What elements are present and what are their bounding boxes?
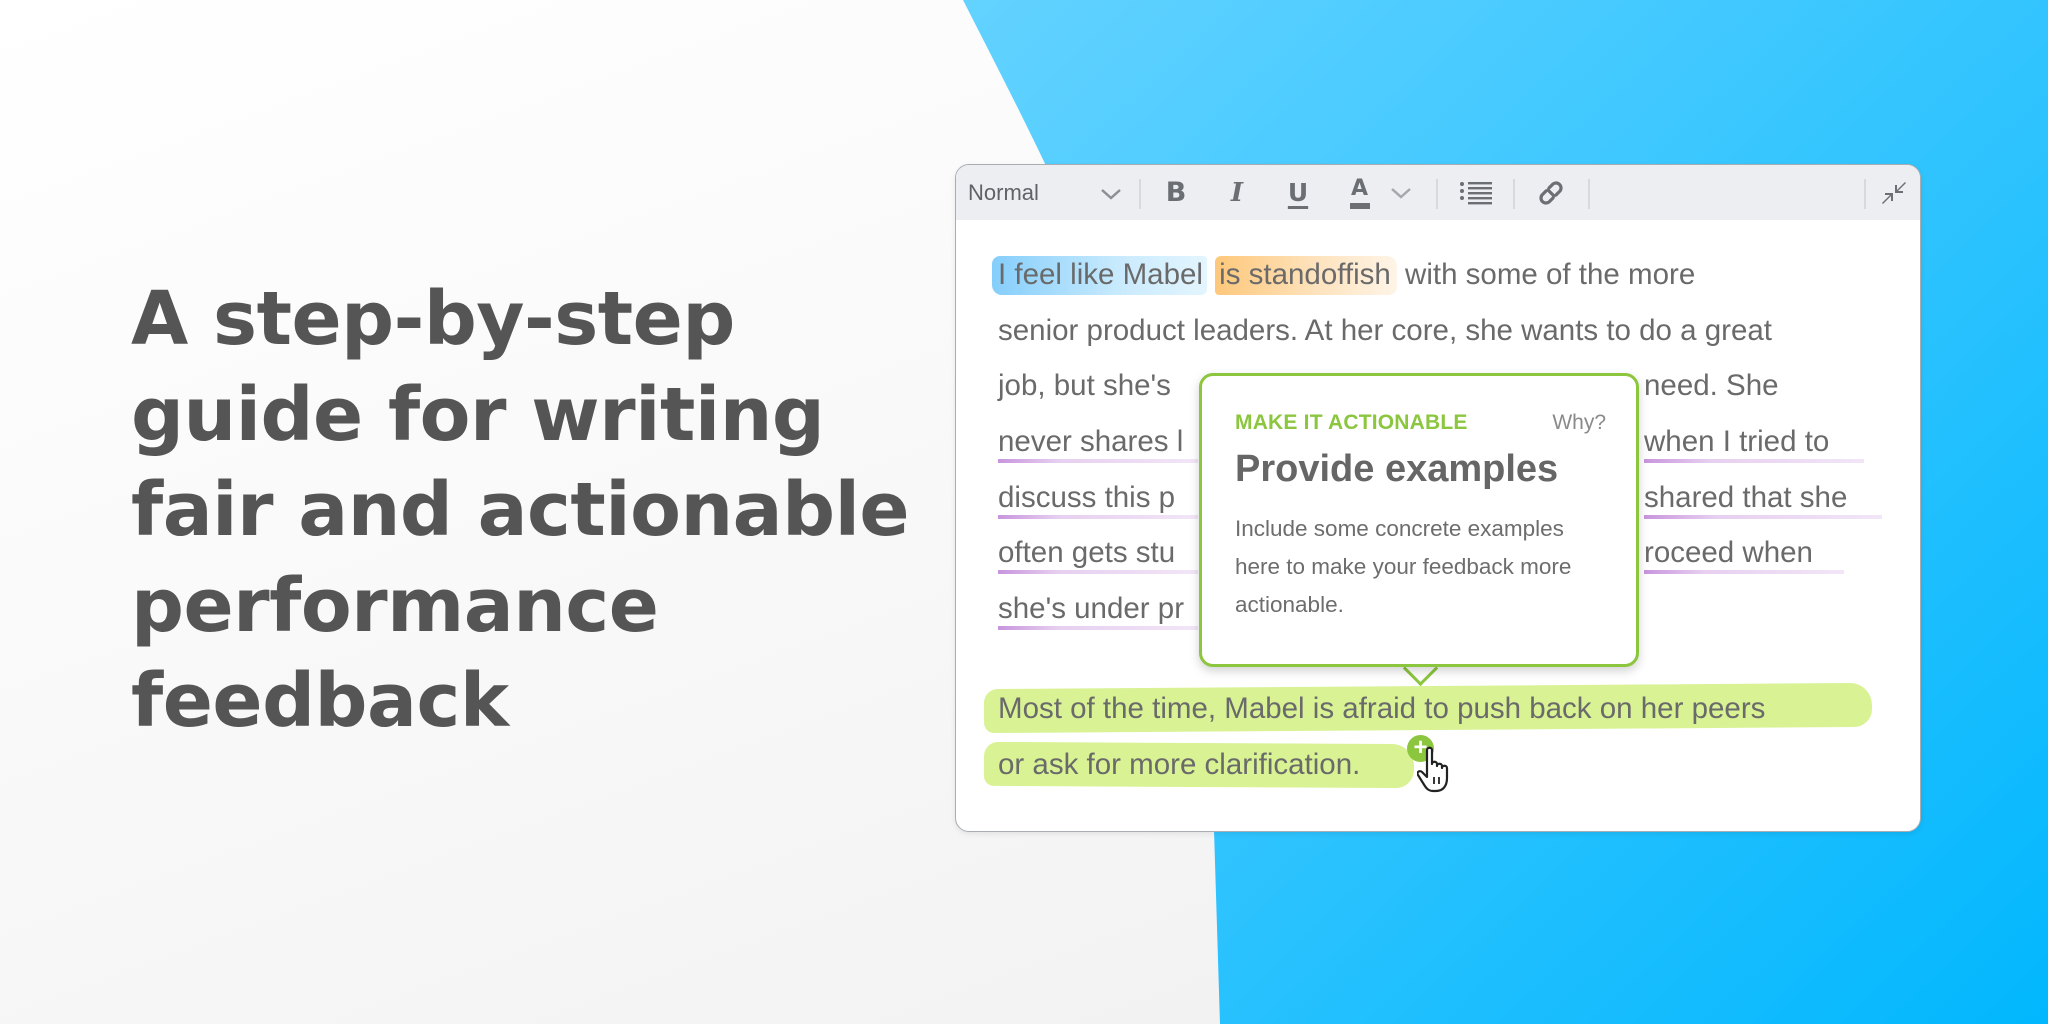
list-icon (1460, 181, 1492, 204)
underline-button[interactable]: U (1278, 165, 1318, 220)
editor-line[interactable]: often gets stu (998, 533, 1198, 577)
link-icon (1539, 180, 1563, 205)
line-text: roceed when (1644, 536, 1813, 569)
chevron-down-icon (1101, 189, 1121, 200)
why-link[interactable]: Why? (1552, 411, 1606, 435)
headline-line: performance (131, 562, 659, 649)
format-select-value: Normal (968, 179, 1039, 205)
text-color-swatch (1350, 202, 1370, 209)
popover-body: Include some concrete examples here to m… (1235, 516, 1572, 617)
editor-line-fragment[interactable]: shared that she (1644, 478, 1882, 522)
line-text: never shares l (998, 425, 1184, 458)
editor-line-fragment[interactable]: when I tried to (1644, 422, 1864, 466)
line-text: shared that she (1644, 481, 1848, 514)
editor-line[interactable]: she's under pr (998, 589, 1198, 633)
toolbar-divider (1139, 179, 1141, 209)
text-color-button[interactable]: A (1340, 165, 1380, 220)
headline-line: A step-by-step (131, 276, 735, 362)
line-text: or ask for more clarification. (998, 748, 1361, 781)
popover-kicker: MAKE IT ACTIONABLE (1235, 411, 1468, 434)
format-select[interactable]: Normal (968, 165, 1121, 220)
headline-line: fair and actionable (131, 467, 910, 553)
editor-line-fragment[interactable]: need. She (1644, 366, 1779, 406)
collapse-button[interactable] (1874, 165, 1914, 220)
editor-line[interactable]: Most of the time, Mabel is afraid to pus… (998, 689, 1765, 729)
editor-line[interactable]: job, but she's (998, 366, 1171, 406)
toolbar-divider (1513, 179, 1515, 209)
line-text: Most of the time, Mabel is afraid to pus… (998, 692, 1766, 725)
editor-line-fragment[interactable]: roceed when (1644, 533, 1844, 577)
underlined-text[interactable]: She (1726, 369, 1779, 406)
toolbar-divider (1436, 179, 1438, 209)
headline: A step-by-step guide for writing fair an… (131, 272, 910, 750)
highlight-blue[interactable]: I feel like Mabel (992, 256, 1207, 295)
headline-line: feedback (131, 658, 509, 744)
line-text: with some of the more (1396, 258, 1696, 291)
line-text: need. (1644, 369, 1727, 402)
headline-line: guide for writing (131, 371, 825, 458)
line-text: senior product leaders. At her core, she… (998, 314, 1773, 347)
collapse-icon (1882, 181, 1906, 204)
italic-button[interactable]: I (1217, 165, 1257, 220)
popover-title: Provide examples (1235, 448, 1559, 490)
bold-icon: B (1165, 177, 1187, 208)
editor-line[interactable]: discuss this p (998, 478, 1198, 522)
toolbar-divider (1588, 179, 1590, 209)
line-text: job, but she's (998, 369, 1171, 402)
chevron-down-icon (1391, 187, 1411, 199)
text-color-dropdown[interactable] (1386, 165, 1416, 220)
editor-line[interactable]: I feel like Mabel is standoffish with so… (992, 255, 1696, 295)
toolbar-divider (1864, 179, 1866, 209)
text-color-letter: A (1351, 175, 1369, 201)
italic-icon: I (1230, 177, 1244, 208)
bulleted-list-button[interactable] (1451, 165, 1501, 220)
text-color-icon: A (1348, 176, 1372, 210)
line-text: when I tried to (1644, 425, 1830, 458)
suggestion-popover: MAKE IT ACTIONABLE Why? Provide examples… (1199, 373, 1639, 667)
editor-toolbar: Normal B I U A (956, 165, 1920, 220)
underline-icon: U (1287, 178, 1309, 207)
highlight-orange[interactable]: is standoffish (1215, 256, 1397, 295)
line-text: discuss this p (998, 481, 1176, 514)
line-text: often gets stu (998, 536, 1176, 569)
editor-line[interactable]: never shares l (998, 422, 1198, 466)
hand-pointer-icon (1417, 746, 1449, 793)
editor-line[interactable]: or ask for more clarification. (998, 745, 1360, 785)
bold-button[interactable]: B (1156, 165, 1196, 220)
editor-line[interactable]: senior product leaders. At her core, she… (998, 311, 1772, 351)
line-text: she's under pr (998, 592, 1185, 625)
link-button[interactable] (1526, 165, 1576, 220)
